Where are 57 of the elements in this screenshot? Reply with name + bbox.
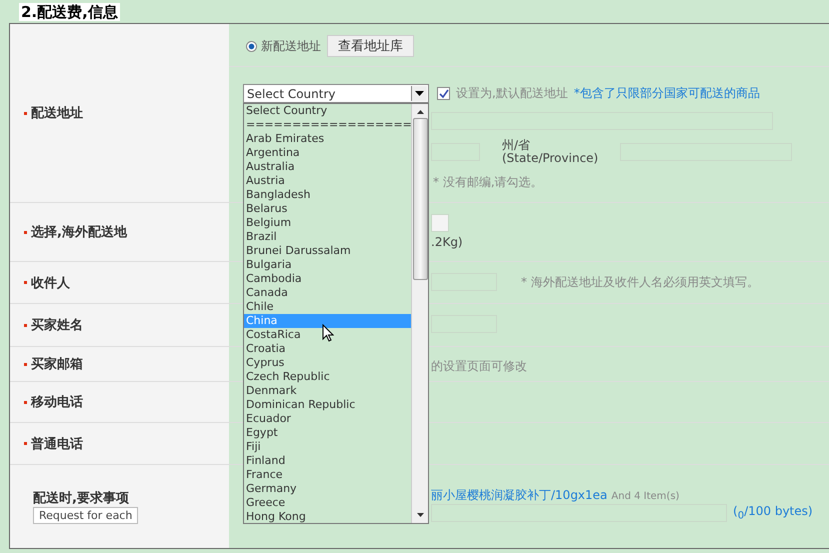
state-label-english: (State/Province) xyxy=(502,152,598,165)
country-option[interactable]: Cyprus xyxy=(244,356,411,370)
field-label: 买家邮箱 xyxy=(31,356,83,373)
country-option[interactable]: Finland xyxy=(244,454,411,468)
country-option[interactable]: Austria xyxy=(244,174,411,188)
country-option[interactable]: CostaRica xyxy=(244,328,411,342)
country-option[interactable]: Hong Kong xyxy=(244,510,411,523)
country-option[interactable]: Denmark xyxy=(244,384,411,398)
country-option[interactable]: Canada xyxy=(244,286,411,300)
item-count: And 4 Item(s) xyxy=(611,491,680,502)
mouse-cursor-icon xyxy=(322,324,334,342)
country-option[interactable]: Belgium xyxy=(244,216,411,230)
destination-input[interactable] xyxy=(431,214,449,232)
field-label: 收件人 xyxy=(31,274,70,292)
country-option[interactable]: Select Country xyxy=(244,104,411,118)
checkbox[interactable] xyxy=(437,87,450,100)
country-option[interactable]: Arab Emirates xyxy=(244,132,411,146)
field-label: 配送地址 xyxy=(31,105,83,122)
country-option[interactable]: Dominican Republic xyxy=(244,398,411,412)
field-label: 移动电话 xyxy=(31,394,83,411)
country-option[interactable]: Bangladesh xyxy=(244,188,411,202)
request-button[interactable]: Request for each xyxy=(33,507,138,524)
field-label: 配送时,要求事项 xyxy=(33,490,129,507)
scrollbar[interactable] xyxy=(411,104,428,523)
country-option[interactable]: Cambodia xyxy=(244,272,411,286)
field-label: 买家姓名 xyxy=(31,316,83,334)
country-select[interactable]: Select Country xyxy=(243,84,429,103)
country-option[interactable]: Egypt xyxy=(244,426,411,440)
scroll-down-icon[interactable] xyxy=(416,513,424,517)
country-option[interactable]: Croatia xyxy=(244,342,411,356)
section-title: 2.配送费,信息 xyxy=(19,2,120,20)
country-option[interactable]: Germany xyxy=(244,482,411,496)
english-note: * 海外配送地址及收件人名必须用英文填写。 xyxy=(521,274,759,290)
field-label: 选择,海外配送地 xyxy=(31,224,127,241)
country-option[interactable]: Ecuador xyxy=(244,412,411,426)
country-option[interactable]: Belarus xyxy=(244,202,411,216)
scroll-up-icon[interactable] xyxy=(416,110,424,114)
country-option[interactable]: Greece xyxy=(244,496,411,510)
email-note: 的设置页面可修改 xyxy=(431,359,527,373)
field-label: 普通电话 xyxy=(31,436,83,452)
radio-button[interactable] xyxy=(246,40,257,52)
country-option[interactable]: Chile xyxy=(244,300,411,314)
byte-counter: ($_{0}$/100 bytes) xyxy=(733,504,813,522)
country-option[interactable]: Australia xyxy=(244,160,411,174)
zip-note: * 没有邮编,请勾选。 xyxy=(433,174,543,191)
address-book-button[interactable]: 查看地址库 xyxy=(327,35,414,57)
country-option[interactable]: ================== xyxy=(244,118,411,132)
country-option[interactable]: Fiji xyxy=(244,440,411,454)
country-option[interactable]: France xyxy=(244,468,411,482)
country-option[interactable]: Brunei Darussalam xyxy=(244,244,411,258)
country-option[interactable]: Bulgaria xyxy=(244,258,411,272)
country-option[interactable]: Argentina xyxy=(244,146,411,160)
radio-label[interactable]: 新配送地址 xyxy=(261,38,321,54)
weight-text: .2Kg) xyxy=(431,235,463,249)
country-option[interactable]: Czech Republic xyxy=(244,370,411,384)
country-option[interactable]: Brazil xyxy=(244,230,411,244)
state-label: 州/省 xyxy=(502,139,532,152)
